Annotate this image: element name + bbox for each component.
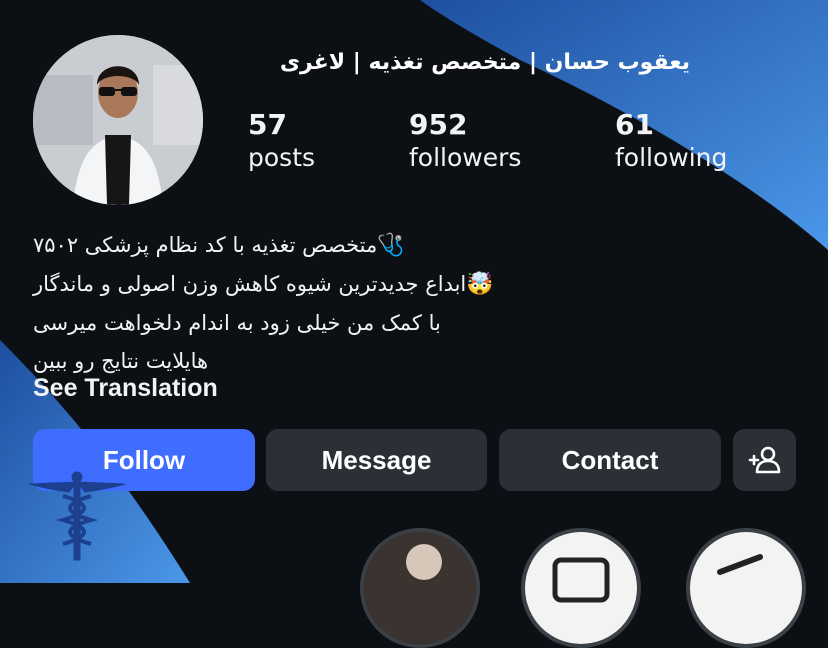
story-highlight-2[interactable] — [521, 528, 641, 648]
followers-label: followers — [409, 143, 522, 172]
bio-line-1: 🩺متخصص تغذیه با کد نظام پزشکی ۷۵۰۲ — [33, 233, 405, 258]
followers-stat[interactable]: 952 followers — [409, 108, 521, 174]
see-translation-link[interactable]: See Translation — [33, 374, 218, 403]
contact-button[interactable]: Contact — [499, 429, 721, 491]
posts-count: 57 — [248, 108, 287, 141]
following-count: 61 — [615, 108, 654, 141]
following-label: following — [615, 143, 728, 172]
profile-bio: 🩺متخصص تغذیه با کد نظام پزشکی ۷۵۰۲ 🤯ابدا… — [33, 226, 593, 380]
bio-line-2: 🤯ابداع جدیدترین شیوه کاهش وزن اصولی و ما… — [33, 272, 494, 297]
story-highlight-1[interactable] — [360, 528, 480, 648]
posts-stat[interactable]: 57 posts — [248, 108, 315, 174]
contact-button-label: Contact — [561, 444, 659, 475]
following-stat[interactable]: 61 following — [615, 108, 727, 174]
profile-avatar[interactable] — [33, 35, 203, 205]
stethoscope-icon: 🩺 — [377, 233, 405, 258]
message-button-label: Message — [321, 444, 432, 475]
add-user-button[interactable] — [733, 429, 796, 491]
add-user-icon — [748, 446, 780, 474]
caduceus-icon — [28, 471, 126, 561]
followers-count: 952 — [409, 108, 468, 141]
exploding-head-icon: 🤯 — [466, 272, 494, 297]
story-highlight-3[interactable] — [686, 528, 806, 648]
message-button[interactable]: Message — [266, 429, 487, 491]
bio-line-3: با کمک من خیلی زود به اندام دلخواهت میرس… — [33, 311, 441, 335]
posts-label: posts — [248, 143, 316, 172]
profile-name: یعقوب حسان | متخصص تغذیه | لاغری — [279, 50, 690, 75]
